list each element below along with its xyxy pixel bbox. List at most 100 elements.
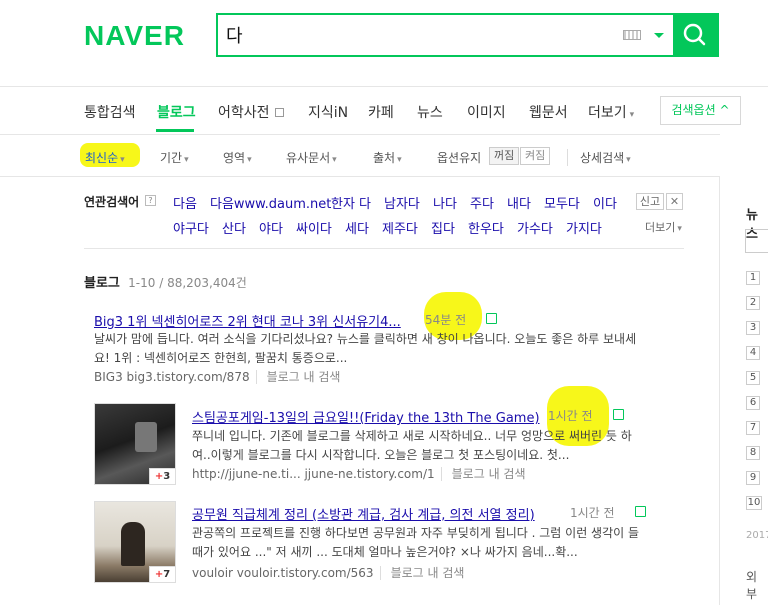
result-description: 관공쪽의 프로젝트를 진행 하다보면 공무원과 자주 부딪히게 됩니다 . 그럼… [192, 524, 639, 562]
related-term[interactable]: 다음 [173, 193, 197, 212]
related-title: 연관검색어 [84, 195, 140, 209]
result-site[interactable]: vouloir vouloir.tistory.com/563 [192, 566, 374, 580]
tab-cafe[interactable]: 카페 [368, 102, 394, 122]
filter-detail[interactable]: 상세검색 ▾ [567, 149, 631, 166]
sidebar-external[interactable]: 외부 [746, 568, 768, 602]
search-input[interactable] [226, 15, 606, 55]
result-description: 날씨가 맘에 듭니다. 여러 소식을 기다리셨나요? 뉴스를 클릭하면 새 창이… [94, 330, 636, 368]
related-term[interactable]: 다음www.daum.net [210, 193, 331, 212]
related-term[interactable]: 모두다 [544, 193, 580, 212]
tab-label: 더보기 [588, 105, 627, 121]
filter-keep-option: 옵션유지 [437, 151, 482, 165]
close-icon[interactable]: ✕ [666, 193, 683, 210]
options-label: 검색옵션 [671, 103, 716, 117]
related-term[interactable]: 야구다 [173, 218, 209, 237]
rank-number: 5 [746, 371, 760, 385]
related-term[interactable]: 야다 [259, 218, 283, 237]
rank-number: 7 [746, 421, 760, 435]
sidebar-year: 2017 [746, 530, 768, 541]
related-term[interactable]: 제주다 [382, 218, 418, 237]
search-in-blog[interactable]: 블로그 내 검색 [440, 467, 526, 481]
chevron-down-icon[interactable] [654, 33, 664, 38]
caret-down-icon: ▾ [332, 155, 337, 165]
result-site[interactable]: BIG3 big3.tistory.com/878 [94, 370, 250, 384]
image-count-badge: +7 [149, 566, 175, 582]
result-time: 1시간 전 [548, 409, 593, 423]
related-term[interactable]: 가지다 [566, 218, 602, 237]
tab-images[interactable]: 이미지 [467, 102, 506, 122]
search-in-blog[interactable]: 블로그 내 검색 [379, 566, 465, 580]
result-meta: BIG3 big3.tistory.com/878 블로그 내 검색 [94, 368, 341, 385]
external-link-icon[interactable] [635, 506, 646, 517]
related-term[interactable]: 주다 [470, 193, 494, 212]
related-term[interactable]: 나다 [433, 193, 457, 212]
tab-kin[interactable]: 지식iN [308, 102, 348, 122]
related-term[interactable]: 한우다 [468, 218, 504, 237]
image-count-badge: +3 [149, 468, 175, 484]
window-icon [274, 108, 284, 117]
image-count: 7 [163, 569, 171, 580]
related-term[interactable]: 남자다 [384, 193, 420, 212]
caret-down-icon: ▾ [120, 155, 125, 165]
related-term[interactable]: 산다 [222, 218, 246, 237]
naver-logo[interactable]: NAVER [84, 20, 185, 52]
report-button[interactable]: 신고 [636, 193, 664, 210]
rank-number: 10 [746, 496, 762, 510]
chevron-down-icon: ▾ [629, 110, 635, 120]
result-title[interactable]: 스팀공포게임-13일의 금요일!!(Friday the 13th The Ga… [192, 407, 540, 426]
caret-down-icon: ▾ [397, 155, 402, 165]
keep-off-toggle[interactable]: 꺼짐 [489, 147, 520, 165]
tab-blog[interactable]: 블로그 [157, 102, 196, 122]
filter-area[interactable]: 영역 ▾ [223, 149, 252, 166]
keep-on-toggle[interactable]: 켜짐 [520, 147, 551, 165]
rank-number: 8 [746, 446, 760, 460]
keyboard-icon[interactable] [623, 30, 641, 40]
tab-label: 어학사전 [218, 105, 270, 121]
rank-number: 1 [746, 271, 760, 285]
section-title: 블로그 1-10 / 88,203,404건 [84, 272, 247, 291]
search-options-button[interactable]: 검색옵션 ^ [660, 96, 741, 125]
rank-number: 6 [746, 396, 760, 410]
related-term[interactable]: 가수다 [517, 218, 553, 237]
result-title[interactable]: Big3 1위 넥센히어로즈 2위 현대 코나 3위 신서유기4... [94, 311, 401, 330]
external-link-icon[interactable] [486, 313, 497, 324]
related-term[interactable]: 내다 [507, 193, 531, 212]
tab-dictionary[interactable]: 어학사전 [218, 102, 284, 122]
search-in-blog[interactable]: 블로그 내 검색 [255, 370, 341, 384]
result-site[interactable]: http://jjune-ne.ti... jjune-ne.tistory.c… [192, 467, 435, 481]
caret-down-icon: ▾ [247, 155, 252, 165]
related-divider [84, 248, 684, 249]
search-button[interactable] [673, 15, 717, 55]
thumbnail-figure [121, 522, 145, 566]
tab-integrated[interactable]: 통합검색 [84, 102, 136, 122]
filter-sort[interactable]: 최신순 ▾ [85, 149, 125, 166]
related-more-button[interactable]: 더보기 ▾ [645, 219, 682, 235]
tab-news[interactable]: 뉴스 [417, 102, 443, 122]
more-label: 더보기 [645, 221, 676, 234]
filter-label: 상세검색 [580, 151, 625, 165]
related-term[interactable]: 한자 다 [331, 193, 371, 212]
related-term[interactable]: 집다 [431, 218, 455, 237]
filter-similar[interactable]: 유사문서 ▾ [286, 149, 337, 166]
help-icon[interactable]: ? [145, 195, 156, 206]
filter-source[interactable]: 출처 ▾ [373, 149, 402, 166]
result-title[interactable]: 공무원 직급체계 정리 (소방관 계급, 검사 계급, 의전 서열 정리) [192, 504, 535, 523]
tab-web[interactable]: 웹문서 [529, 102, 568, 122]
active-tab-indicator [156, 129, 194, 132]
sidebar-input[interactable] [745, 229, 768, 253]
result-thumbnail[interactable]: +3 [94, 403, 176, 485]
result-meta: vouloir vouloir.tistory.com/563 블로그 내 검색 [192, 564, 465, 581]
filter-period[interactable]: 기간 ▾ [160, 149, 189, 166]
sidebar-divider [719, 177, 720, 605]
result-thumbnail[interactable]: +7 [94, 501, 176, 583]
external-link-icon[interactable] [613, 409, 624, 420]
related-term[interactable]: 이다 [593, 193, 617, 212]
related-term[interactable]: 세다 [345, 218, 369, 237]
tab-more[interactable]: 더보기 ▾ [588, 102, 634, 122]
filter-label: 영역 [223, 151, 246, 165]
related-term[interactable]: 싸이다 [296, 218, 332, 237]
desc-line: 때가 있어요 ..." 저 새끼 ... 도대체 얼마나 높은거야? ×나 싸가… [192, 545, 578, 559]
section-label: 블로그 [84, 276, 120, 291]
result-time: 1시간 전 [570, 506, 615, 520]
desc-line: 요! 1위 : 넥센히어로즈 한현희, 팔꿈치 통증으로... [94, 351, 348, 365]
